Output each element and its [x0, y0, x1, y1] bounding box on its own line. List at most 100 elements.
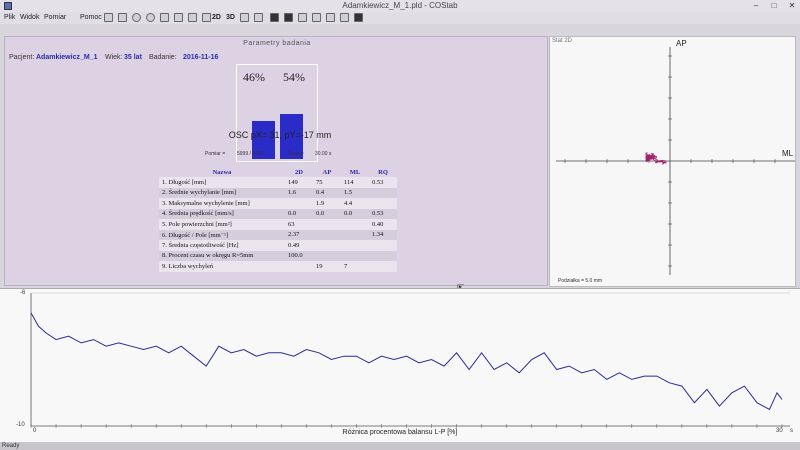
patient-name: Adamkiewicz_M_1	[36, 54, 98, 61]
export-icon[interactable]	[340, 13, 349, 22]
value-cell	[369, 250, 397, 261]
save-icon[interactable]	[270, 13, 279, 22]
parameter-name-cell: 6. Długość / Pole [mm⁻¹]	[159, 229, 285, 240]
value-cell: 19	[313, 261, 341, 272]
value-cell: 0.40	[369, 219, 397, 230]
list-icon[interactable]	[326, 13, 335, 22]
value-cell	[285, 198, 313, 209]
balance-x-axis-label: Różnica procentowa balansu L-P [%]	[342, 429, 458, 436]
menu-widok[interactable]: Widok	[20, 12, 39, 24]
maximize-button[interactable]: □	[766, 0, 782, 12]
value-cell: 1.34	[369, 229, 397, 240]
grid-2-icon[interactable]	[174, 13, 183, 22]
czas-label: Czas =	[288, 151, 304, 157]
close-button[interactable]: ✕	[784, 0, 800, 12]
value-cell	[369, 261, 397, 272]
patient-label: Pacjent:	[9, 54, 35, 61]
value-cell: 0.53	[369, 177, 397, 188]
pomiar-value: 5999 / 6000	[237, 151, 264, 157]
table-row: 2. Średnie wychylanie [mm] 1.6 0.4 1.5	[159, 187, 397, 198]
chart-icon[interactable]	[240, 13, 249, 22]
parameter-name-cell: 3. Maksymalne wychylenie [mm]	[159, 198, 285, 209]
value-cell	[341, 219, 369, 230]
window-title: Adamkiewicz_M_1.pld - COStab	[342, 1, 458, 10]
title-bar: Adamkiewicz_M_1.pld - COStab – □ ✕	[0, 0, 800, 12]
parameters-panel: Parametry badania Pacjent: Adamkiewicz_M…	[4, 36, 548, 293]
balance-chart	[30, 292, 790, 428]
balance-series-line	[30, 312, 783, 411]
info-icon[interactable]	[354, 13, 363, 22]
zoom-icon[interactable]	[298, 13, 307, 22]
parameter-name-cell: 9. Liczba wychyleń	[159, 261, 285, 272]
value-cell: 2.37	[285, 229, 313, 240]
status-bar: Ready	[0, 442, 800, 450]
menu-pomoc[interactable]: Pomoc	[80, 12, 102, 24]
table-row: 4. Średnia prędkość [mm/s] 0.0 0.0 0.0 0.53	[159, 208, 397, 219]
osc-readout: OSC pX= 31, pY=-17 mm	[228, 130, 332, 140]
value-cell	[369, 198, 397, 209]
podzialka-label: Podziałka = 5.0 mm	[558, 278, 603, 284]
value-cell	[369, 187, 397, 198]
table-row: 7. Średnia częstotliwość [Hz] 0.49	[159, 240, 397, 251]
parameter-name-cell: 7. Średnia częstotliwość [Hz]	[159, 240, 285, 251]
table-icon[interactable]	[254, 13, 263, 22]
table-row: 9. Liczba wychyleń 19 7	[159, 261, 397, 272]
column-header: 2D	[295, 168, 303, 176]
balance-percent-box: 46% 54%	[236, 64, 318, 162]
view-3d-button[interactable]: 3D	[226, 13, 238, 22]
value-cell	[313, 219, 341, 230]
results-table: Nazwa 2D AP ML RQ 1. Długość [mm] 149 75 11…	[159, 167, 397, 272]
ap-axis-label: AP	[676, 39, 687, 48]
status-text: Ready	[2, 443, 20, 449]
view-2d-button[interactable]: 2D	[212, 13, 224, 22]
stat-2d-chart	[556, 47, 795, 275]
grid-icon[interactable]	[160, 13, 169, 22]
new-icon[interactable]	[104, 13, 113, 22]
age-value: 35 lat	[124, 54, 142, 61]
value-cell: 0.49	[285, 240, 313, 251]
czas-value: 30.00 s	[315, 151, 332, 157]
grid-3-icon[interactable]	[188, 13, 197, 22]
value-cell: 0.4	[313, 187, 341, 198]
value-cell	[285, 261, 313, 272]
age-label: Wiek:	[105, 54, 123, 61]
crosshair-icon[interactable]	[202, 13, 211, 22]
minimize-button[interactable]: –	[748, 0, 764, 12]
app-window: Adamkiewicz_M_1.pld - COStab – □ ✕ Plik …	[0, 0, 800, 450]
exam-date: 2016-11-16	[183, 54, 219, 61]
value-cell: 114	[341, 177, 369, 188]
value-cell	[313, 229, 341, 240]
ml-axis-label: ML	[782, 149, 794, 158]
value-cell: 0.0	[285, 208, 313, 219]
balance-chart-panel: -6 -10 0 30 s Różnica procentowa balansu…	[0, 288, 800, 442]
value-cell: 7	[341, 261, 369, 272]
menu-pomiar[interactable]: Pomiar	[44, 12, 66, 24]
parameter-name-cell: 4. Średnia prędkość [mm/s]	[159, 208, 285, 219]
value-cell: 0.0	[341, 208, 369, 219]
table-row: 6. Długość / Pole [mm⁻¹] 2.37 1.34	[159, 229, 397, 240]
value-cell	[341, 250, 369, 261]
exam-label: Badanie:	[149, 54, 177, 61]
settings-icon[interactable]	[312, 13, 321, 22]
value-cell	[341, 240, 369, 251]
parameter-name-cell: 8. Procent czasu w okręgu R=5mm	[159, 250, 285, 261]
value-cell	[341, 229, 369, 240]
record-icon[interactable]	[132, 13, 141, 22]
table-row: 5. Pole powierzchni [mm²] 63 0.40	[159, 219, 397, 230]
value-cell	[369, 240, 397, 251]
pomiar-label: Pomiar =	[205, 151, 226, 157]
value-cell	[313, 240, 341, 251]
stat-2d-panel: Stat 2D AP ML Podziałka = 5.0 mm	[549, 36, 796, 287]
menu-plik[interactable]: Plik	[4, 12, 15, 24]
y-tick-label: -10	[16, 422, 25, 428]
left-percent: 46%	[243, 70, 265, 84]
open-icon[interactable]	[118, 13, 127, 22]
parameters-title: Parametry badania	[243, 40, 311, 47]
value-cell: 1.5	[341, 187, 369, 198]
y-tick-label: -6	[20, 290, 26, 296]
parameter-name-cell: 1. Długość [mm]	[159, 177, 285, 188]
table-row: 3. Maksymalne wychylenie [mm] 1.9 4.4	[159, 198, 397, 209]
play-icon[interactable]	[146, 13, 155, 22]
parameter-name-cell: 5. Pole powierzchni [mm²]	[159, 219, 285, 230]
print-icon[interactable]	[284, 13, 293, 22]
